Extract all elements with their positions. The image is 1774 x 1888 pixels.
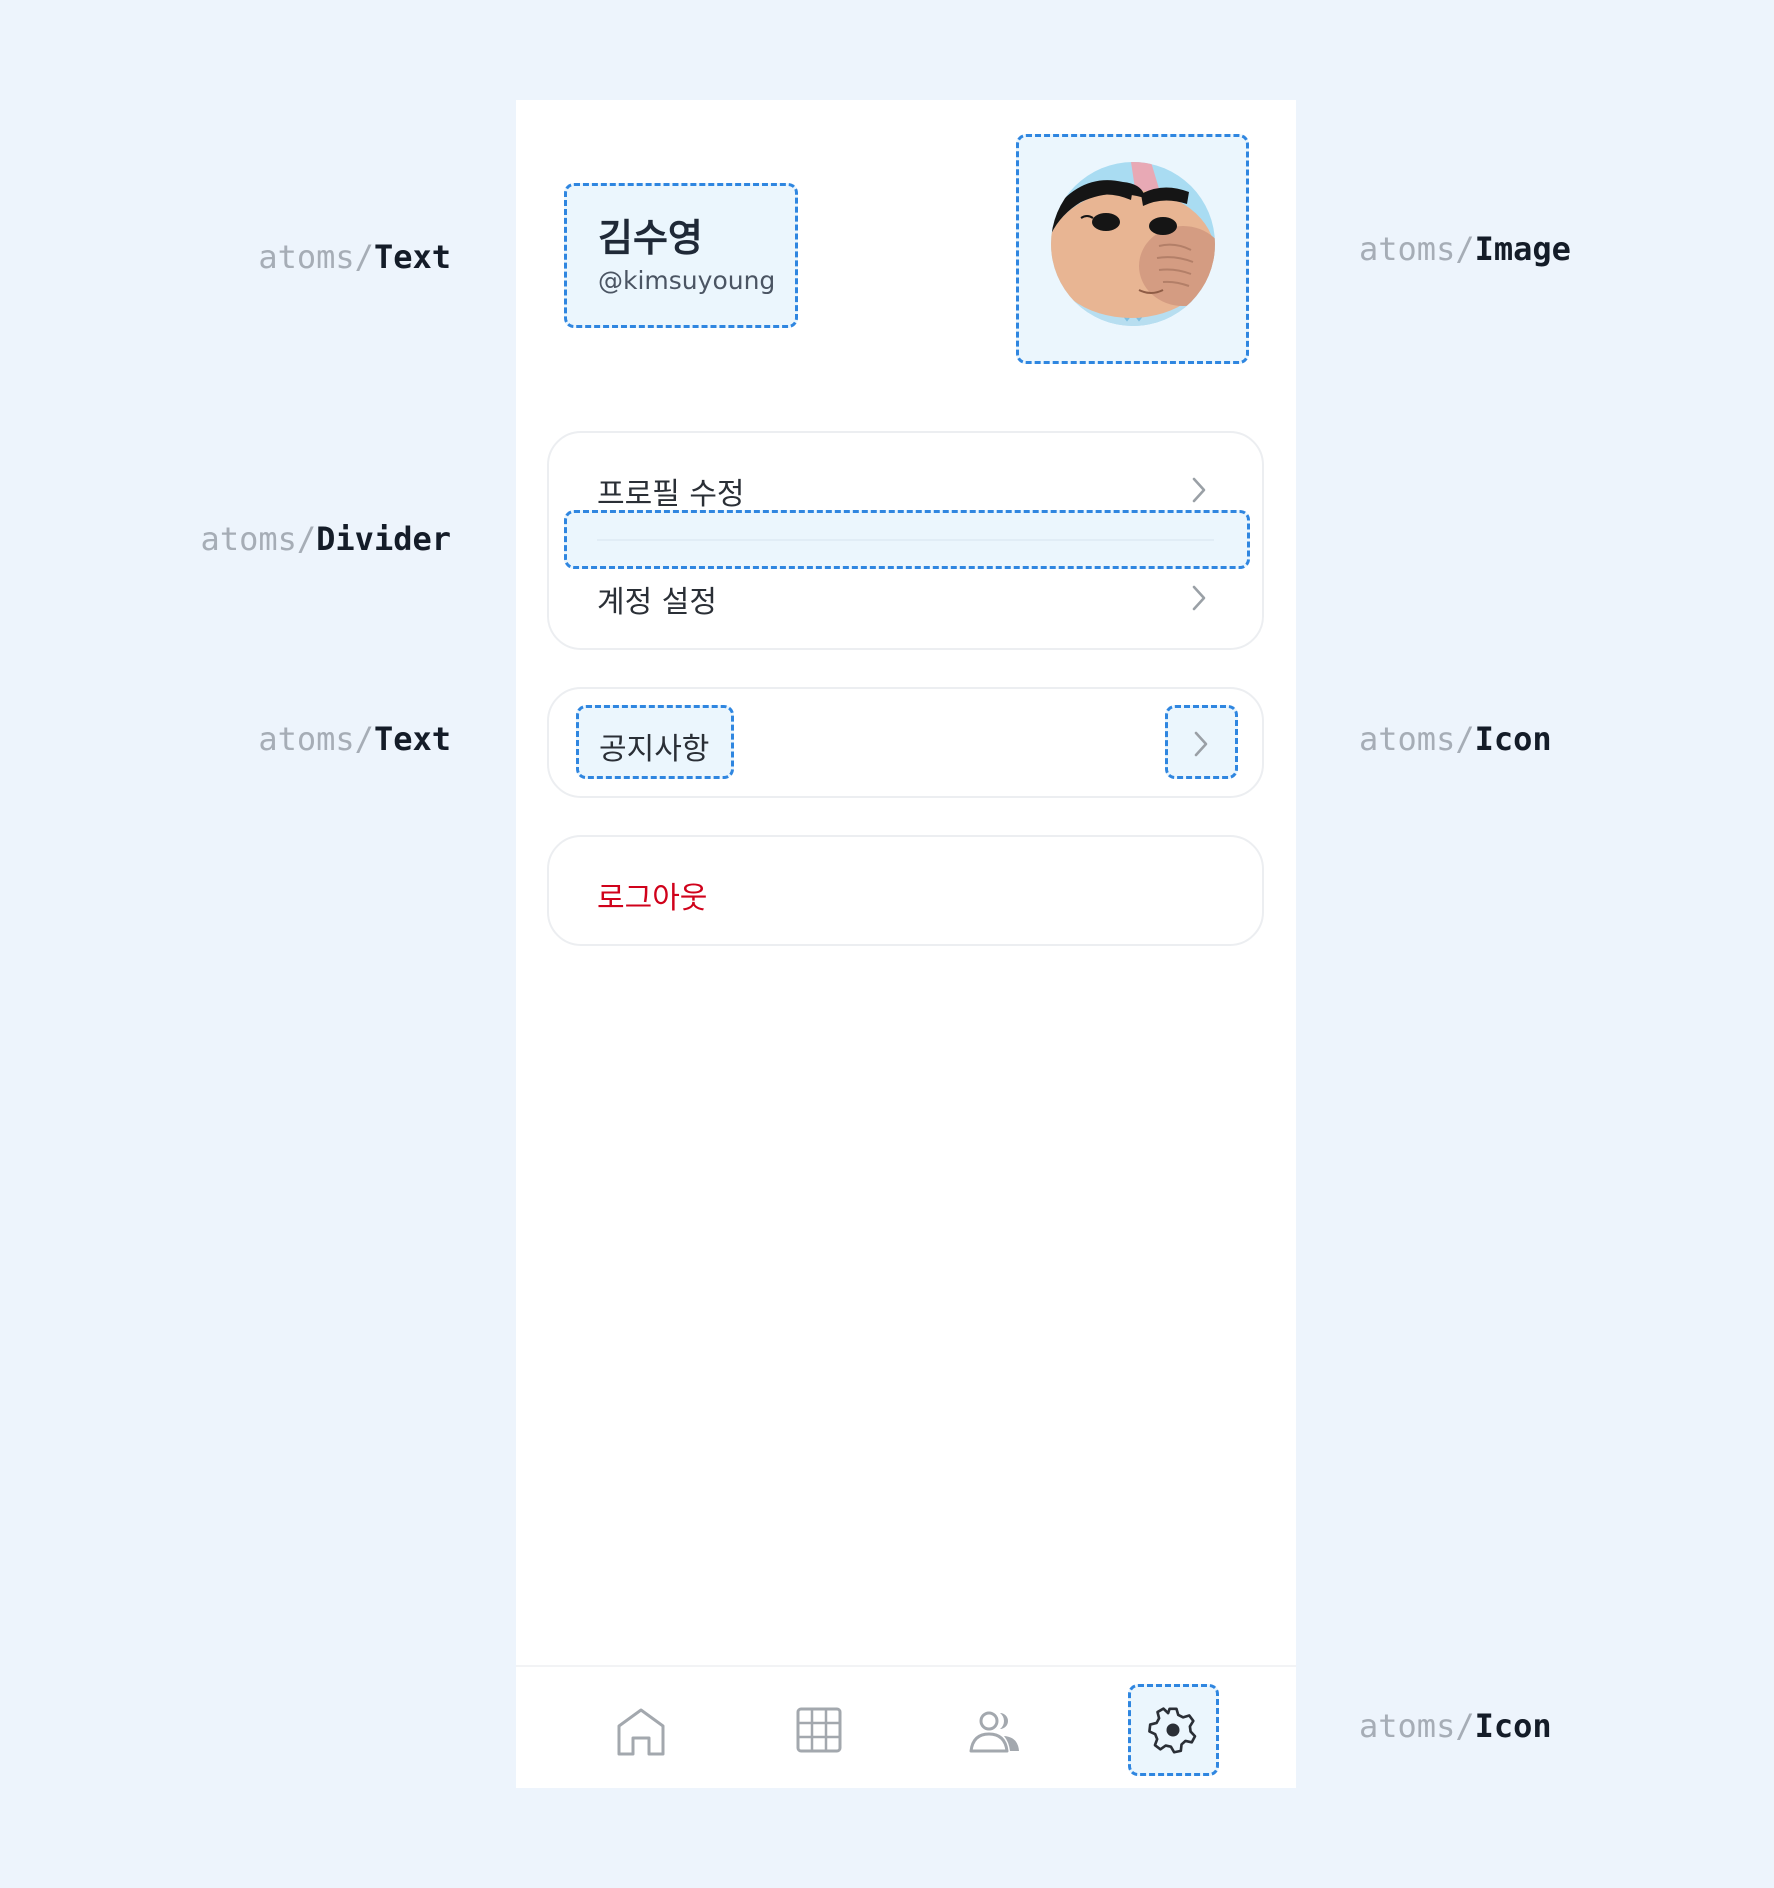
logout-item[interactable]: 로그아웃 xyxy=(547,835,1264,946)
annotation-text-top: atoms/Text xyxy=(258,238,451,276)
phone-screen: 김수영 @kimsuyoung 프로필 수정 계정 설정 공지사항 로그아웃 xyxy=(516,100,1296,1788)
annotation-icon-bottom: atoms/Icon xyxy=(1359,1707,1552,1745)
gear-icon[interactable] xyxy=(1145,1702,1201,1758)
notices-label: 공지사항 xyxy=(599,732,710,767)
users-icon[interactable] xyxy=(967,1704,1023,1760)
annotation-text-mid: atoms/Text xyxy=(258,720,451,758)
logout-label: 로그아웃 xyxy=(597,881,708,916)
bottom-tab-bar xyxy=(516,1665,1296,1788)
profile-handle: @kimsuyoung xyxy=(598,266,776,295)
annotation-icon-mid: atoms/Icon xyxy=(1359,720,1552,758)
profile-name: 김수영 xyxy=(598,216,703,260)
avatar-illustration xyxy=(1051,162,1215,326)
divider-highlight xyxy=(564,510,1250,569)
grid-icon[interactable] xyxy=(791,1702,847,1758)
chevron-right-icon xyxy=(1194,731,1208,757)
avatar[interactable] xyxy=(1051,162,1215,326)
annotation-image: atoms/Image xyxy=(1359,230,1571,268)
home-icon[interactable] xyxy=(613,1704,669,1760)
annotation-divider: atoms/Divider xyxy=(200,520,451,558)
notices-item[interactable]: 공지사항 xyxy=(547,687,1264,798)
chevron-right-icon xyxy=(1192,585,1206,611)
account-settings-label: 계정 설정 xyxy=(597,585,717,620)
chevron-right-icon xyxy=(1192,477,1206,503)
edit-profile-label: 프로필 수정 xyxy=(597,477,745,512)
